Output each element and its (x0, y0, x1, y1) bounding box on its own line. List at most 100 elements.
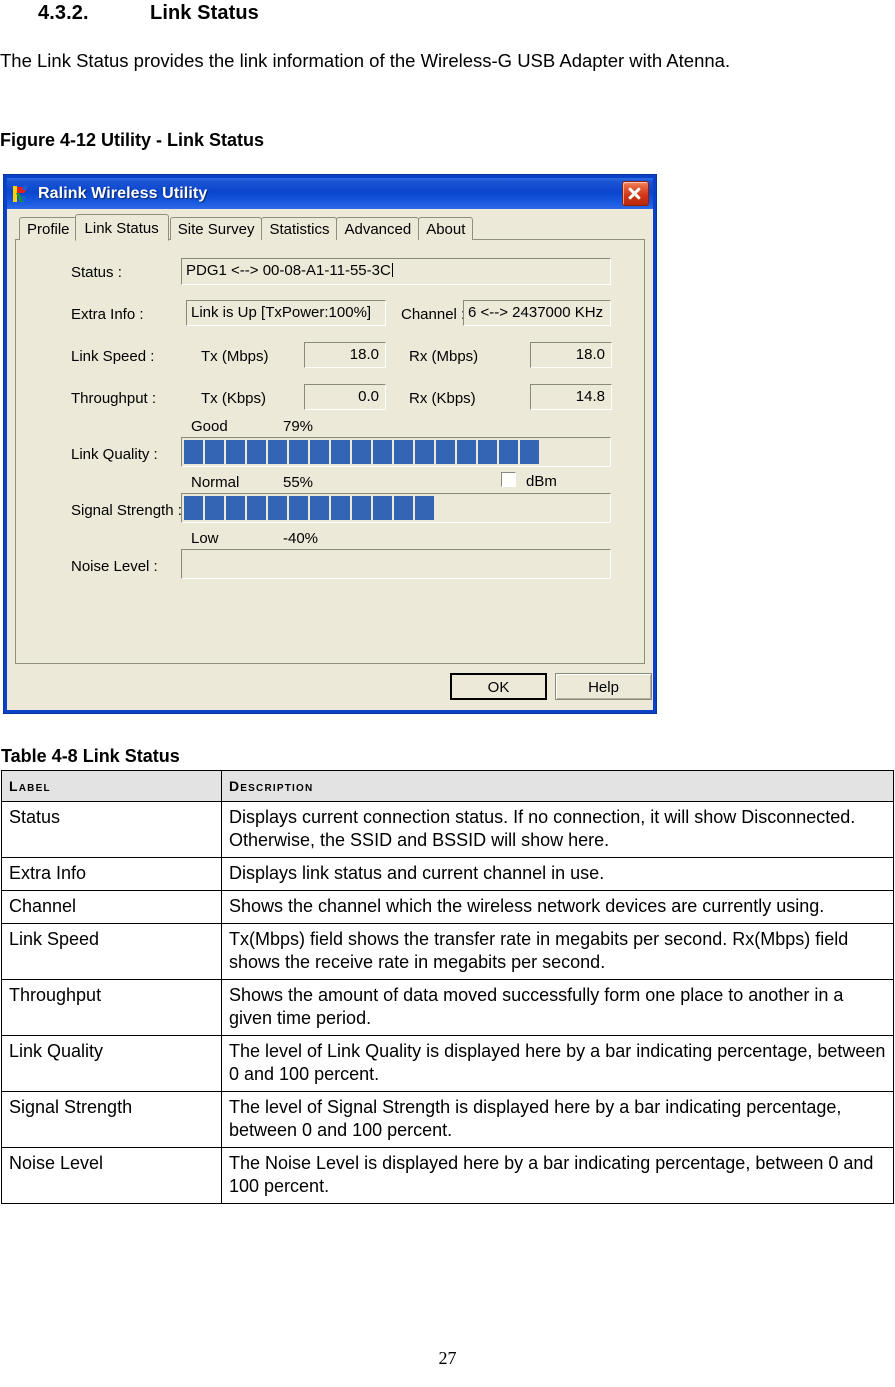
meter-segment (268, 496, 287, 520)
intro-paragraph: The Link Status provides the link inform… (0, 50, 731, 71)
table-cell-description: Displays link status and current channel… (221, 857, 894, 891)
table-cell-label: Link Speed (1, 923, 222, 980)
meter-segment (205, 440, 224, 464)
dbm-label: dBm (526, 473, 557, 490)
window-client-area: Profile Link Status Site Survey Statisti… (7, 209, 653, 710)
channel-label: Channel : (401, 306, 466, 323)
column-header-label: Label (1, 770, 222, 802)
table-cell-label: Noise Level (1, 1147, 222, 1204)
tab-statistics[interactable]: Statistics (261, 217, 338, 240)
tab-bar-filler (472, 238, 645, 240)
tab-bar: Profile Link Status Site Survey Statisti… (15, 214, 645, 241)
ok-button[interactable]: OK (450, 673, 547, 700)
meter-segment (331, 440, 350, 464)
table-cell-label: Channel (1, 890, 222, 924)
meter-segment (310, 440, 329, 464)
tab-about[interactable]: About (418, 217, 474, 240)
page-number: 27 (438, 1348, 457, 1368)
meter-segment (289, 496, 308, 520)
tab-label: Site Survey (177, 221, 255, 238)
meter-segment (394, 496, 413, 520)
figure-caption: Figure 4-12 Utility - Link Status (0, 130, 265, 150)
link-status-reference-table: Label Description Status Displays current… (1, 770, 894, 1204)
tab-label: Profile (27, 221, 70, 238)
ralink-logo-icon (12, 184, 32, 204)
tab-advanced[interactable]: Advanced (336, 217, 420, 240)
table-cell-label: Link Quality (1, 1035, 222, 1092)
tab-site-survey[interactable]: Site Survey (169, 217, 263, 240)
status-field[interactable]: PDG1 <--> 00-08-A1-11-55-3C (181, 258, 611, 285)
link-speed-rx-field[interactable]: 18.0 (530, 342, 612, 368)
meter-segment (268, 440, 287, 464)
table-cell-description: Shows the amount of data moved successfu… (221, 979, 894, 1036)
tab-profile[interactable]: Profile (19, 217, 78, 240)
dbm-checkbox[interactable] (501, 472, 516, 487)
table-row: Link Quality The level of Link Quality is… (1, 1035, 894, 1092)
link-status-panel: Status : PDG1 <--> 00-08-A1-11-55-3C Ext… (15, 239, 645, 664)
extra-info-label: Extra Info : (71, 306, 144, 323)
link-speed-tx-field[interactable]: 18.0 (304, 342, 386, 368)
meter-segment (373, 496, 392, 520)
meter-segment (247, 440, 266, 464)
throughput-rx-label: Rx (Kbps) (409, 390, 476, 407)
throughput-tx-field[interactable]: 0.0 (304, 384, 386, 410)
tab-label: Statistics (269, 221, 330, 238)
signal-strength-rating: Normal (191, 474, 240, 491)
section-number: 4.3.2. (38, 2, 89, 24)
table-row: Status Displays current connection status… (1, 801, 894, 858)
meter-segment (226, 496, 245, 520)
link-quality-label: Link Quality : (71, 446, 158, 463)
meter-segment (310, 496, 329, 520)
link-speed-label: Link Speed : (71, 348, 155, 365)
link-speed-tx-label: Tx (Mbps) (201, 348, 269, 365)
section-title: Link Status (150, 2, 259, 24)
table-cell-description: Shows the channel which the wireless net… (221, 890, 894, 924)
table-cell-description: Tx(Mbps) field shows the transfer rate i… (221, 923, 894, 980)
tab-label: About (426, 221, 466, 238)
close-icon[interactable] (622, 181, 649, 206)
throughput-label: Throughput : (71, 390, 157, 407)
table-row: Channel Shows the channel which the wirel… (1, 890, 894, 924)
throughput-rx-field[interactable]: 14.8 (530, 384, 612, 410)
meter-segment (415, 440, 434, 464)
table-caption: Table 4-8 Link Status (1, 746, 180, 766)
tab-label: Advanced (344, 221, 412, 238)
meter-segment (478, 440, 497, 464)
table-header-row: Label Description (1, 770, 894, 802)
tab-label: Link Status (84, 220, 159, 237)
help-button[interactable]: Help (555, 673, 652, 700)
meter-segment (520, 440, 539, 464)
meter-segment (205, 496, 224, 520)
link-speed-rx-label: Rx (Mbps) (409, 348, 479, 365)
window-titlebar: Ralink Wireless Utility (7, 178, 653, 209)
meter-segment (331, 496, 350, 520)
meter-segment (289, 440, 308, 464)
table-cell-label: Signal Strength (1, 1091, 222, 1148)
table-cell-description: The level of Signal Strength is displaye… (221, 1091, 894, 1148)
noise-level-meter (181, 549, 611, 579)
channel-field[interactable]: 6 <--> 2437000 KHz (463, 300, 611, 326)
status-label: Status : (71, 264, 122, 281)
link-quality-percent: 79% (283, 418, 314, 435)
table-row: Link Speed Tx(Mbps) field shows the trans… (1, 923, 894, 980)
meter-segment (226, 440, 245, 464)
noise-level-rating: Low (191, 530, 219, 547)
meter-segment (499, 440, 518, 464)
table-row: Extra Info Displays link status and curre… (1, 857, 894, 891)
page-title: 4.3.2. Link Status (0, 0, 259, 26)
noise-level-label: Noise Level : (71, 558, 158, 575)
tab-link-status[interactable]: Link Status (74, 214, 169, 241)
window-title: Ralink Wireless Utility (38, 184, 208, 202)
table-cell-label: Throughput (1, 979, 222, 1036)
meter-segment (436, 440, 455, 464)
table-cell-label: Extra Info (1, 857, 222, 891)
table-row: Noise Level The Noise Level is displayed … (1, 1147, 894, 1204)
table-row: Throughput Shows the amount of data moved… (1, 979, 894, 1036)
meter-segment (373, 440, 392, 464)
table-cell-description: The level of Link Quality is displayed h… (221, 1035, 894, 1092)
meter-segment (184, 440, 203, 464)
table-cell-description: Displays current connection status. If n… (221, 801, 894, 858)
meter-segment (247, 496, 266, 520)
ralink-wireless-utility-window: Ralink Wireless Utility Profile Link Sta… (3, 174, 657, 714)
extra-info-field[interactable]: Link is Up [TxPower:100%] (186, 300, 386, 326)
